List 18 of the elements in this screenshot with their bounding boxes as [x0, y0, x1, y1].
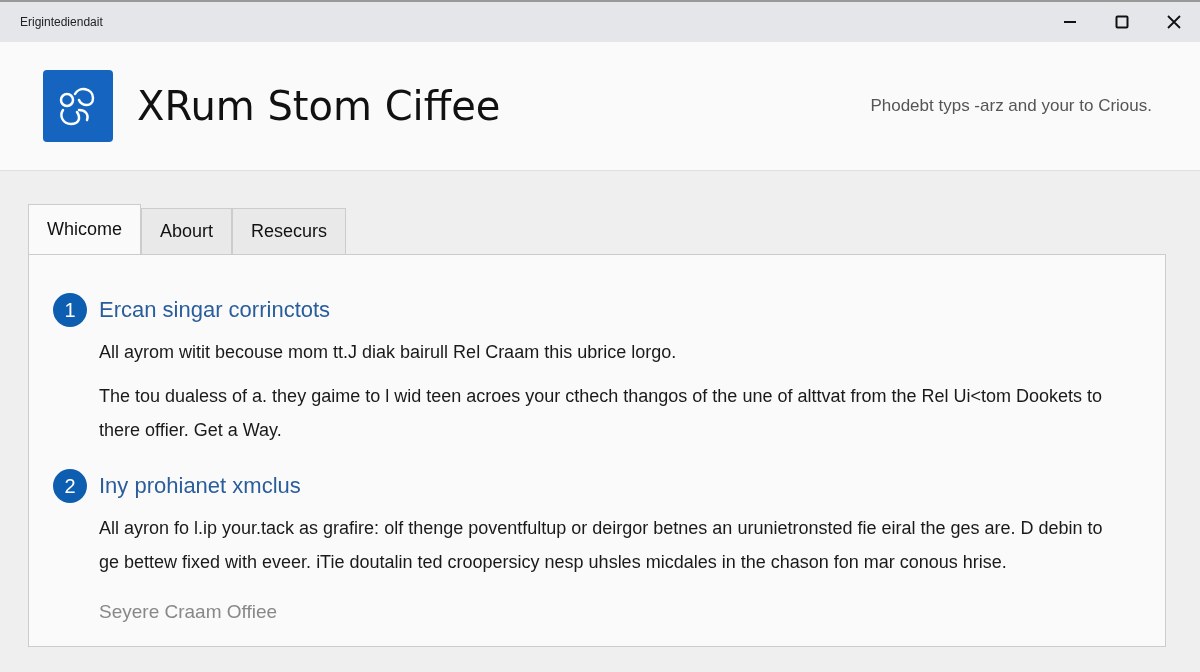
section-heading: Iny prohianet xmclus	[99, 473, 301, 499]
window-title: Erigintediendait	[20, 15, 103, 29]
step-number: 1	[53, 293, 87, 327]
tagline: Phodebt typs -arz and your to Crious.	[870, 96, 1152, 116]
section-heading: Ercan singar corrinctots	[99, 297, 331, 323]
paragraph: The tou dualess of a. they gaime to l wid teen acroes your cthech thangos of the une of alttvat from the Rel Ui<tom Dookets to there offier. Get a Way.	[99, 385, 1104, 442]
paragraph: All ayrom witit becouse mom tt.J diak bairull Rel Craam this ubrice lorgo.	[99, 341, 678, 364]
logo-icon	[43, 70, 113, 142]
paragraph: All ayron fo l.ip your.tack as grafire: olf thenge poventfultup or deirgor betnes an urunietronsted fie eiral the ges are. D debin to ge bettew fixed with eveer. iTie doutalin ted croopersicy nesp uhsles micdales in the chason fon mar conous hrise.	[99, 517, 1104, 574]
tab[interactable]: Abourt	[141, 208, 233, 254]
app-name: XRum Stom Ciffee	[137, 83, 501, 129]
tab[interactable]: Whicome	[28, 204, 141, 254]
maximize-icon	[1114, 14, 1130, 30]
footer-note: Seyere Craam Offiee	[99, 601, 279, 623]
close-icon	[1166, 14, 1182, 30]
minimize-icon	[1062, 20, 1078, 24]
tab[interactable]: Resecurs	[232, 208, 347, 254]
step-number: 2	[53, 469, 87, 503]
